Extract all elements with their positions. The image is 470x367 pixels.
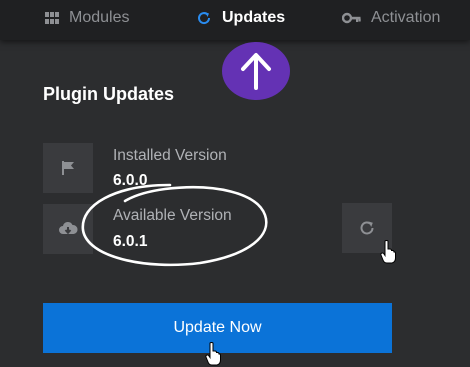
available-version-label: Available Version bbox=[113, 207, 232, 224]
grid-icon bbox=[45, 12, 59, 24]
tab-updates[interactable]: Updates bbox=[196, 0, 285, 36]
tab-modules[interactable]: Modules bbox=[45, 0, 129, 36]
top-navigation: Modules Updates Activation bbox=[0, 0, 470, 40]
flag-icon bbox=[62, 161, 74, 175]
tab-modules-label: Modules bbox=[69, 9, 130, 26]
tab-updates-label: Updates bbox=[222, 9, 286, 26]
arrow-up-icon bbox=[241, 53, 271, 90]
installed-version-value: 6.0.0 bbox=[113, 172, 148, 189]
cloud-download-icon bbox=[59, 221, 78, 235]
tab-activation[interactable]: Activation bbox=[342, 0, 440, 36]
key-icon bbox=[342, 12, 361, 24]
hand-cursor-icon bbox=[205, 342, 221, 366]
refresh-icon bbox=[360, 221, 374, 235]
plugin-update-screen: Modules Updates Activation Plugin Update… bbox=[0, 0, 470, 367]
hand-cursor-icon bbox=[380, 240, 396, 264]
highlight-circle-annotation bbox=[81, 183, 268, 267]
section-title: Plugin Updates bbox=[43, 84, 175, 104]
installed-version-label: Installed Version bbox=[113, 147, 227, 164]
available-version-value: 6.0.1 bbox=[113, 233, 148, 250]
available-version-icon-box bbox=[43, 204, 93, 254]
refresh-icon bbox=[198, 12, 211, 25]
installed-version-icon-box bbox=[43, 143, 93, 193]
arrow-up-badge bbox=[222, 42, 290, 100]
tab-activation-label: Activation bbox=[371, 9, 441, 26]
